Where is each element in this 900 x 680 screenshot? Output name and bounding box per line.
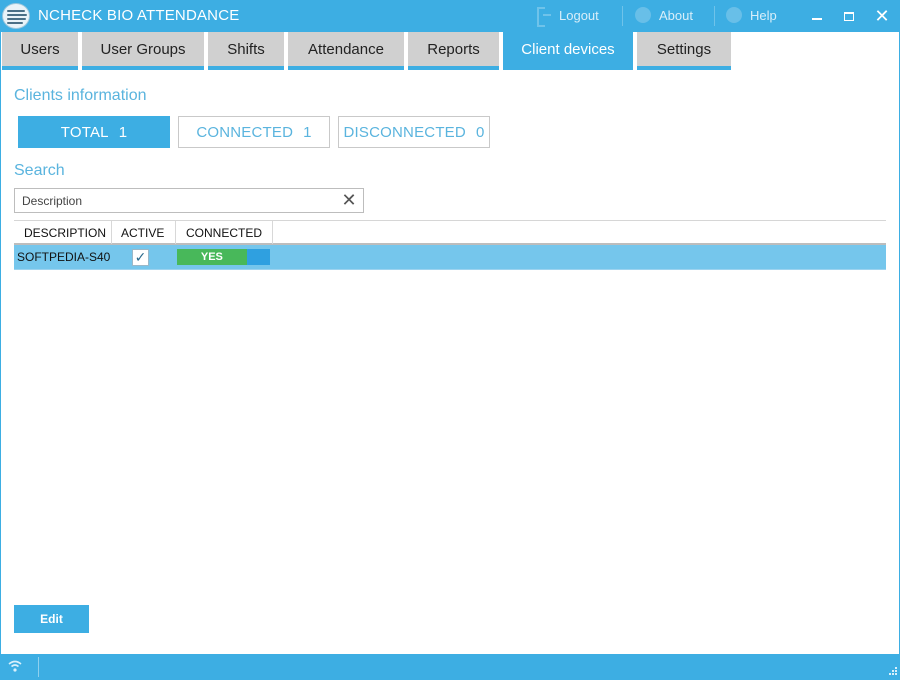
minimize-icon — [812, 18, 822, 20]
maximize-button[interactable] — [836, 4, 862, 28]
total-count: 1 — [118, 123, 128, 141]
wifi-icon — [8, 660, 22, 672]
disconnected-count: 0 — [475, 123, 485, 141]
disconnected-filter-button[interactable]: DISCONNECTED 0 — [338, 116, 490, 148]
search-input[interactable] — [15, 189, 335, 212]
status-bar — [0, 654, 900, 680]
tab-client-devices[interactable]: Client devices — [503, 32, 633, 70]
logout-button[interactable]: Logout — [537, 7, 599, 27]
help-label: Help — [750, 7, 777, 23]
main-tabs: Users User Groups Shifts Attendance Repo… — [0, 32, 900, 70]
help-button[interactable]: Help — [726, 7, 777, 23]
title-bar: NCHECK BIO ATTENDANCE Logout About Help … — [0, 0, 900, 32]
tab-settings[interactable]: Settings — [637, 32, 731, 70]
connected-status-label: YES — [200, 251, 223, 263]
tab-user-groups[interactable]: User Groups — [82, 32, 204, 70]
connected-filter-button[interactable]: CONNECTED 1 — [178, 116, 330, 148]
logout-icon — [537, 7, 551, 27]
search-box: ✕ — [14, 188, 364, 213]
checkmark-icon: ✓ — [134, 249, 147, 265]
window-border-left — [0, 32, 1, 654]
column-header-description[interactable]: DESCRIPTION — [14, 221, 112, 244]
connected-count: 1 — [303, 123, 312, 141]
app-logo-icon — [2, 3, 30, 29]
cell-active: ✓ — [132, 245, 149, 269]
close-icon: ✕ — [874, 6, 890, 26]
active-checkbox[interactable]: ✓ — [132, 248, 149, 266]
title-separator — [622, 6, 623, 26]
client-devices-grid: DESCRIPTION ACTIVE CONNECTED SOFTPEDIA-S… — [14, 220, 886, 270]
edit-button[interactable]: Edit — [14, 605, 89, 633]
total-filter-button[interactable]: TOTAL 1 — [18, 116, 170, 148]
help-icon — [726, 7, 742, 23]
tab-users[interactable]: Users — [2, 32, 78, 70]
resize-grip-icon[interactable] — [886, 666, 898, 678]
tab-shifts[interactable]: Shifts — [208, 32, 284, 70]
close-window-button[interactable]: ✕ — [869, 4, 895, 28]
info-icon — [635, 7, 651, 23]
disconnected-label: DISCONNECTED — [343, 123, 466, 141]
tab-attendance[interactable]: Attendance — [288, 32, 404, 70]
connected-status-fill: YES — [177, 249, 247, 265]
about-button[interactable]: About — [635, 7, 693, 23]
tab-reports[interactable]: Reports — [408, 32, 499, 70]
logout-label: Logout — [559, 7, 599, 23]
search-title: Search — [14, 162, 65, 179]
maximize-icon — [844, 11, 854, 21]
clear-search-button[interactable]: ✕ — [340, 191, 358, 209]
grid-header: DESCRIPTION ACTIVE CONNECTED — [14, 220, 886, 245]
table-row[interactable]: SOFTPEDIA-S40 ✓ YES — [14, 245, 886, 270]
connected-label: CONNECTED — [196, 123, 294, 141]
close-icon: ✕ — [341, 190, 357, 210]
column-header-connected[interactable]: CONNECTED — [176, 221, 273, 244]
status-separator — [38, 657, 39, 677]
clients-info-title: Clients information — [14, 87, 147, 104]
app-title: NCHECK BIO ATTENDANCE — [38, 7, 240, 24]
cell-description: SOFTPEDIA-S40 — [17, 250, 111, 264]
about-label: About — [659, 7, 693, 23]
minimize-button[interactable] — [804, 4, 830, 28]
title-separator — [714, 6, 715, 26]
total-label: TOTAL — [60, 123, 109, 141]
connected-status-bar: YES — [177, 249, 270, 265]
column-header-active[interactable]: ACTIVE — [112, 221, 176, 244]
